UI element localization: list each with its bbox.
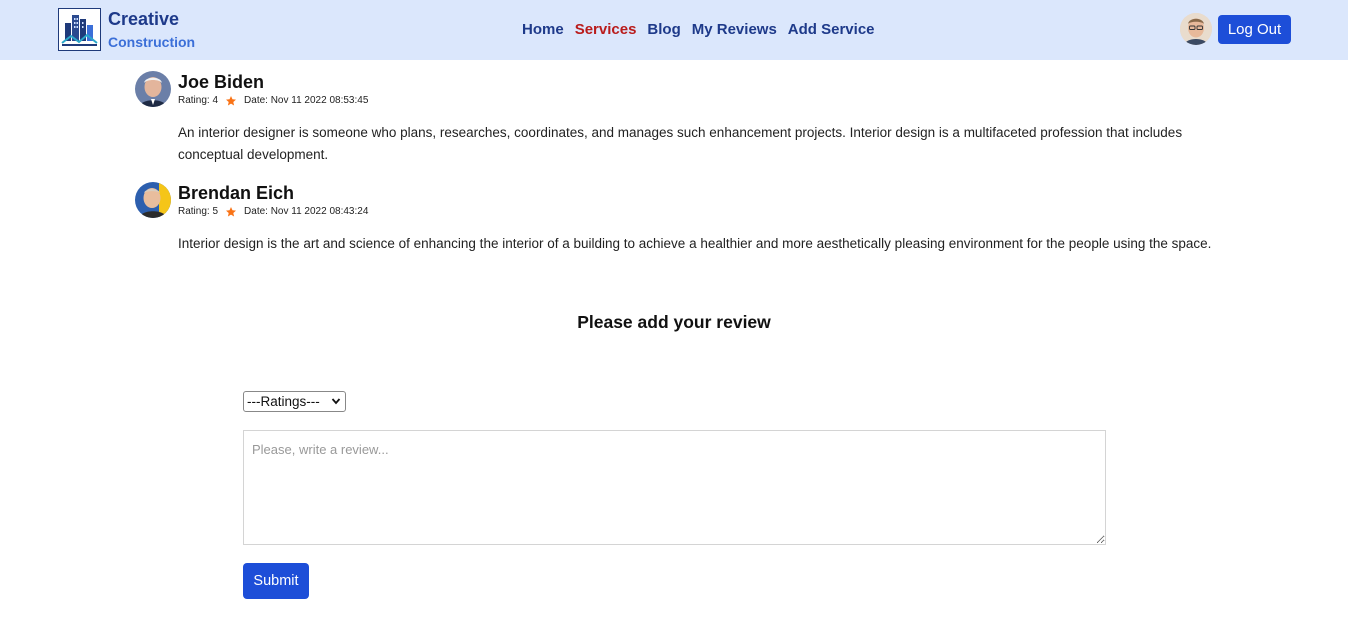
review-item: Joe Biden Rating: 4 Date: Nov 11 2022 08… — [135, 70, 1225, 166]
reviewer-avatar — [135, 182, 171, 218]
nav-link-add-service[interactable]: Add Service — [788, 21, 875, 39]
reviewer-name: Joe Biden — [178, 72, 265, 92]
add-review-heading: Please add your review — [577, 312, 771, 332]
brand[interactable]: Creative Construction — [58, 8, 195, 51]
review-text: Interior design is the art and science o… — [178, 236, 1212, 251]
nav-link-blog[interactable]: Blog — [647, 21, 680, 39]
rating-select[interactable]: ---Ratings--- — [243, 391, 346, 412]
chevron-down-icon — [331, 396, 341, 409]
nav-link-home[interactable]: Home — [522, 21, 564, 39]
nav-link-services[interactable]: Services — [575, 21, 637, 39]
review-text: An interior designer is someone who plan… — [178, 125, 1183, 162]
review-meta: Rating: 5 Date: Nov 11 2022 08:43:24 — [178, 205, 1225, 219]
logout-button[interactable]: Log Out — [1218, 15, 1291, 44]
star-icon — [226, 96, 237, 106]
brand-title: Creative — [108, 9, 180, 29]
submit-button[interactable]: Submit — [243, 563, 309, 599]
building-logo-icon — [58, 8, 101, 51]
rating-select-value: ---Ratings--- — [247, 394, 320, 409]
review-date: Date: Nov 11 2022 08:43:24 — [244, 206, 369, 217]
user-avatar[interactable] — [1180, 13, 1212, 45]
review-item: Brendan Eich Rating: 5 Date: Nov 11 2022… — [135, 181, 1225, 255]
review-textarea[interactable] — [243, 430, 1106, 545]
star-icon — [226, 207, 237, 217]
nav-link-my-reviews[interactable]: My Reviews — [692, 21, 777, 39]
main-nav: Home Services Blog My Reviews Add Servic… — [522, 21, 875, 39]
review-date: Date: Nov 11 2022 08:53:45 — [244, 95, 369, 106]
navbar: Creative Construction Home Services Blog… — [0, 0, 1348, 60]
reviewer-avatar — [135, 71, 171, 107]
review-meta: Rating: 4 Date: Nov 11 2022 08:53:45 — [178, 94, 1225, 108]
review-rating: Rating: 4 — [178, 95, 219, 106]
review-rating: Rating: 5 — [178, 206, 219, 217]
reviewer-name: Brendan Eich — [178, 183, 295, 203]
brand-subtitle: Construction — [108, 34, 196, 50]
